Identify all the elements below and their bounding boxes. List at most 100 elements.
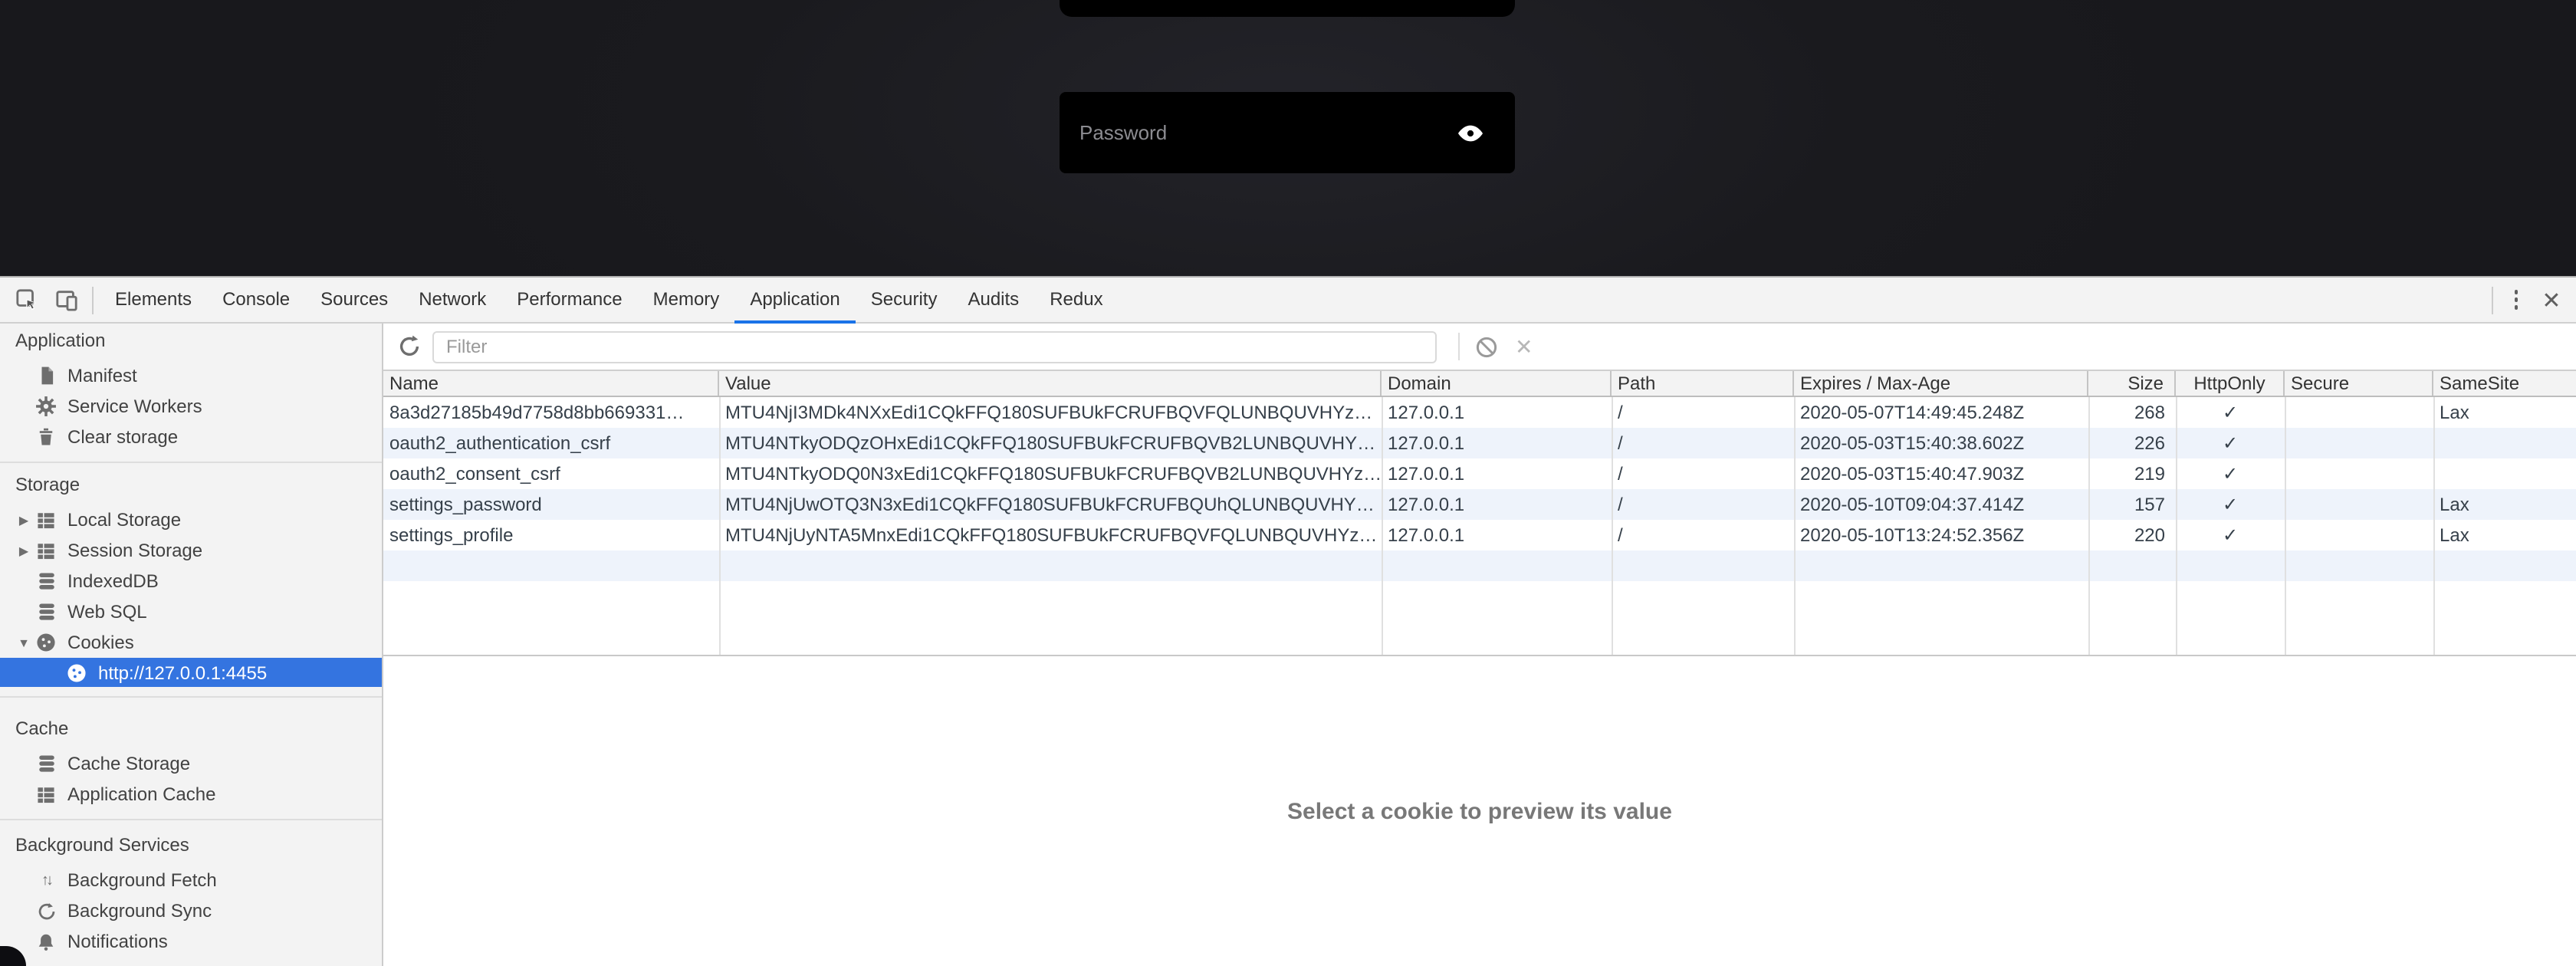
sidebar-item-label: Clear storage bbox=[67, 426, 178, 448]
sidebar-item-clear-storage[interactable]: Clear storage bbox=[0, 422, 382, 452]
table-row[interactable]: oauth2_consent_csrfMTU4NTkyODQ0N3xEdi1CQ… bbox=[383, 458, 2576, 489]
column-header-expires[interactable]: Expires / Max-Age bbox=[1794, 371, 2088, 396]
column-separator[interactable] bbox=[1794, 397, 1796, 655]
cell-httponly: ✓ bbox=[2176, 397, 2285, 428]
sidebar-item-label: Manifest bbox=[67, 365, 137, 386]
sidebar-item-notifications[interactable]: Notifications bbox=[0, 926, 382, 957]
cell-expires: 2020-05-07T14:49:45.248Z bbox=[1794, 397, 2088, 428]
cell-expires: 2020-05-03T15:40:38.602Z bbox=[1794, 428, 2088, 458]
filter-input[interactable] bbox=[432, 330, 1437, 363]
section-header-background-services: Background Services bbox=[0, 833, 382, 857]
sidebar-item-service-workers[interactable]: Service Workers bbox=[0, 391, 382, 422]
column-separator[interactable] bbox=[2088, 397, 2090, 655]
expand-arrow-icon[interactable]: ▶ bbox=[14, 544, 34, 557]
cell-domain: 127.0.0.1 bbox=[1382, 428, 1612, 458]
tabbar-separator bbox=[92, 286, 94, 314]
sidebar-item-label: Cookies bbox=[67, 632, 134, 653]
cell-httponly: ✓ bbox=[2176, 458, 2285, 489]
cookie-value-preview: Select a cookie to preview its value bbox=[383, 656, 2576, 966]
tab-audits[interactable]: Audits bbox=[952, 277, 1034, 323]
clear-filter-icon[interactable]: ✕ bbox=[1515, 334, 1533, 360]
only-blocked-cookies-icon[interactable] bbox=[1475, 335, 1498, 358]
expand-arrow-icon[interactable]: ▶ bbox=[14, 513, 34, 527]
table-icon bbox=[34, 782, 58, 807]
cell-size: 226 bbox=[2088, 428, 2176, 458]
cell-path: / bbox=[1612, 397, 1794, 428]
preview-placeholder-message: Select a cookie to preview its value bbox=[1287, 798, 1672, 824]
cell-size: 268 bbox=[2088, 397, 2176, 428]
column-separator[interactable] bbox=[1612, 397, 1613, 655]
column-header-secure[interactable]: Secure bbox=[2285, 371, 2433, 396]
sidebar-divider bbox=[0, 696, 382, 698]
column-separator[interactable] bbox=[1382, 397, 1383, 655]
inspect-element-icon[interactable] bbox=[6, 280, 46, 320]
cell-secure bbox=[2285, 428, 2433, 458]
cell-samesite: Lax bbox=[2433, 489, 2576, 520]
tab-memory[interactable]: Memory bbox=[638, 277, 735, 323]
sidebar-item-background-sync[interactable]: Background Sync bbox=[0, 895, 382, 926]
close-devtools-icon[interactable]: ✕ bbox=[2533, 281, 2570, 318]
cell-size: 219 bbox=[2088, 458, 2176, 489]
table-row[interactable]: settings_passwordMTU4NjUwOTQ3N3xEdi1CQkF… bbox=[383, 489, 2576, 520]
cell-domain: 127.0.0.1 bbox=[1382, 397, 1612, 428]
email-field[interactable] bbox=[1060, 0, 1515, 17]
column-header-httponly[interactable]: HttpOnly bbox=[2176, 371, 2285, 396]
sidebar-item-local-storage[interactable]: ▶ Local Storage bbox=[0, 504, 382, 535]
table-row[interactable]: oauth2_authentication_csrfMTU4NTkyODQzOH… bbox=[383, 428, 2576, 458]
show-password-eye-icon[interactable] bbox=[1457, 122, 1484, 143]
cell-path: / bbox=[1612, 428, 1794, 458]
sidebar-item-label: http://127.0.0.1:4455 bbox=[98, 662, 267, 683]
column-header-samesite[interactable]: SameSite bbox=[2433, 371, 2576, 396]
tab-sources[interactable]: Sources bbox=[305, 277, 403, 323]
column-header-domain[interactable]: Domain bbox=[1382, 371, 1612, 396]
collapse-arrow-icon[interactable]: ▼ bbox=[14, 636, 34, 649]
table-row[interactable]: settings_profileMTU4NjUyNTA5MnxEdi1CQkFF… bbox=[383, 520, 2576, 550]
sidebar-item-session-storage[interactable]: ▶ Session Storage bbox=[0, 535, 382, 566]
sidebar-item-label: Service Workers bbox=[67, 396, 202, 417]
sidebar-item-cookie-origin[interactable]: http://127.0.0.1:4455 bbox=[0, 658, 382, 687]
device-toolbar-icon[interactable] bbox=[46, 280, 86, 320]
sidebar-item-indexeddb[interactable]: IndexedDB bbox=[0, 566, 382, 596]
cell-httponly: ✓ bbox=[2176, 428, 2285, 458]
column-separator[interactable] bbox=[2285, 397, 2286, 655]
cell-samesite: Lax bbox=[2433, 520, 2576, 550]
sidebar-item-application-cache[interactable]: Application Cache bbox=[0, 779, 382, 810]
tab-performance[interactable]: Performance bbox=[501, 277, 637, 323]
tab-elements[interactable]: Elements bbox=[100, 277, 207, 323]
column-header-name[interactable]: Name bbox=[383, 371, 719, 396]
tab-redux[interactable]: Redux bbox=[1034, 277, 1118, 323]
cell-size: 220 bbox=[2088, 520, 2176, 550]
column-header-size[interactable]: Size bbox=[2088, 371, 2176, 396]
sidebar-item-cookies[interactable]: ▼ Cookies bbox=[0, 627, 382, 658]
column-separator[interactable] bbox=[719, 397, 721, 655]
column-header-path[interactable]: Path bbox=[1612, 371, 1794, 396]
tab-network[interactable]: Network bbox=[403, 277, 501, 323]
column-separator[interactable] bbox=[2433, 397, 2435, 655]
sidebar-item-cache-storage[interactable]: Cache Storage bbox=[0, 748, 382, 779]
cookie-icon bbox=[34, 630, 58, 655]
column-separator[interactable] bbox=[2176, 397, 2177, 655]
tab-application[interactable]: Application bbox=[734, 277, 855, 323]
table-row[interactable]: 8a3d27185b49d7758d8bb669331…MTU4NjI3MDk4… bbox=[383, 397, 2576, 428]
bell-icon bbox=[34, 929, 58, 954]
sidebar-item-manifest[interactable]: Manifest bbox=[0, 360, 382, 391]
cell-value: MTU4NjUwOTQ3N3xEdi1CQkFFQ180SUFBUkFCRUFB… bbox=[719, 489, 1382, 520]
cell-name: oauth2_authentication_csrf bbox=[383, 428, 719, 458]
tab-security[interactable]: Security bbox=[856, 277, 953, 323]
cookie-table-body: 8a3d27185b49d7758d8bb669331…MTU4NjI3MDk4… bbox=[383, 397, 2576, 655]
cell-value: MTU4NTkyODQ0N3xEdi1CQkFFQ180SUFBUkFCRUFB… bbox=[719, 458, 1382, 489]
database-icon bbox=[34, 751, 58, 776]
sync-icon bbox=[34, 899, 58, 923]
refresh-icon[interactable] bbox=[397, 334, 422, 359]
empty-row bbox=[383, 550, 2576, 581]
sidebar-item-web-sql[interactable]: Web SQL bbox=[0, 596, 382, 627]
sidebar-item-background-fetch[interactable]: ↑↓ Background Fetch bbox=[0, 865, 382, 895]
cell-samesite: Lax bbox=[2433, 397, 2576, 428]
cell-path: / bbox=[1612, 458, 1794, 489]
tab-console[interactable]: Console bbox=[207, 277, 305, 323]
devtools-menu-icon[interactable] bbox=[2499, 283, 2533, 317]
cell-secure bbox=[2285, 489, 2433, 520]
cell-samesite bbox=[2433, 428, 2576, 458]
column-header-value[interactable]: Value bbox=[719, 371, 1382, 396]
password-field[interactable] bbox=[1060, 92, 1515, 173]
